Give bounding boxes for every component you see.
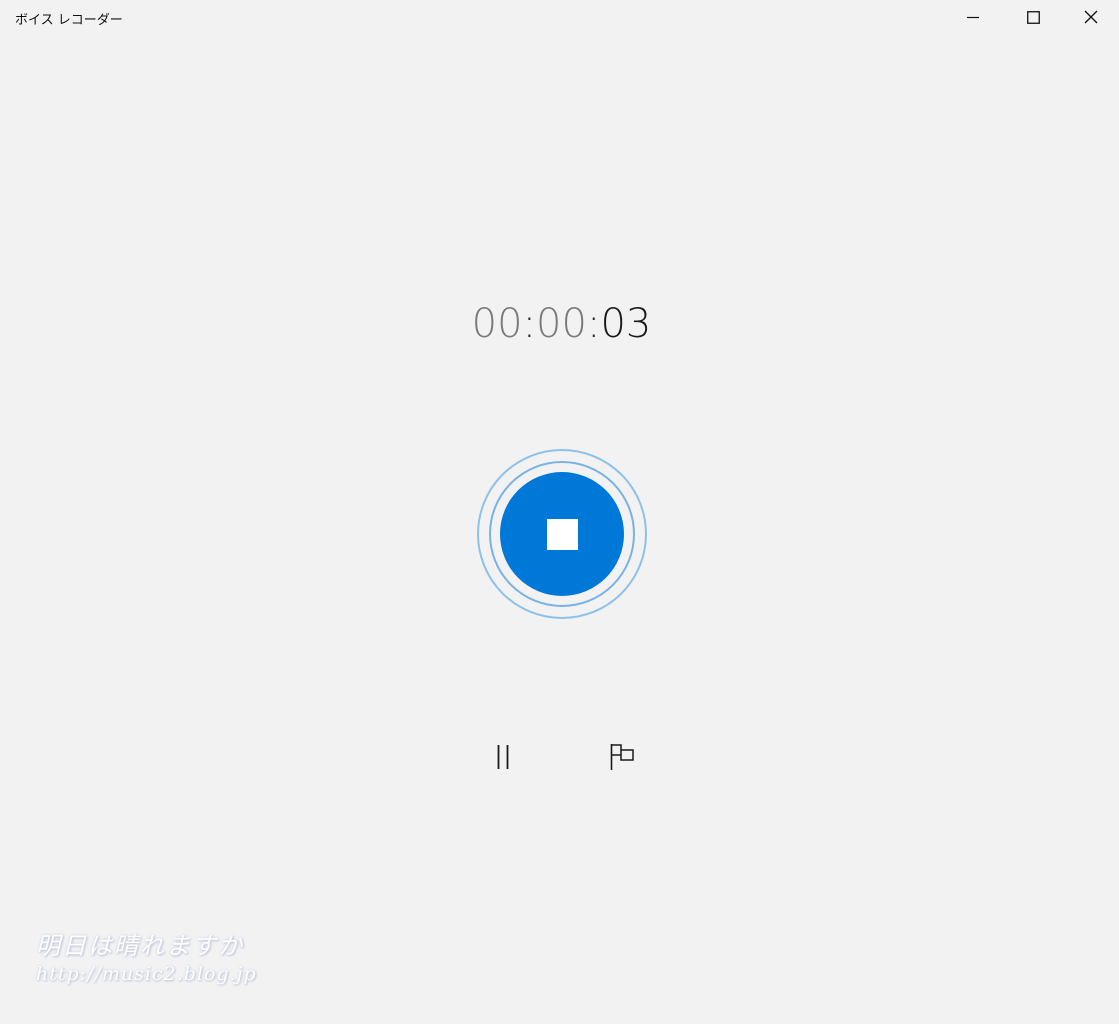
title-bar[interactable]: ボイス レコーダー: [0, 0, 1119, 36]
watermark: 明日は晴れますか http://music2.blog.jp: [36, 930, 296, 986]
timer-separator: :: [522, 301, 537, 347]
pause-button[interactable]: [481, 735, 525, 779]
maximize-button[interactable]: [1003, 0, 1063, 34]
app-title: ボイス レコーダー: [15, 13, 123, 28]
stop-recording-button[interactable]: [500, 472, 624, 596]
timer-separator: :: [586, 301, 601, 347]
timer-minutes: 00: [536, 301, 587, 347]
voice-recorder-window: ボイス レコーダー 00:00:03 明日は晴れますか http://music…: [0, 0, 1119, 1024]
minimize-icon: [967, 16, 979, 19]
minimize-button[interactable]: [943, 0, 1003, 34]
close-icon: [1084, 10, 1098, 24]
recording-timer: 00:00:03: [0, 298, 1119, 350]
stop-icon: [546, 518, 578, 550]
add-marker-button[interactable]: [600, 735, 644, 779]
timer-seconds: 03: [600, 301, 652, 347]
flag-icon: [610, 744, 634, 770]
timer-hours: 00: [471, 301, 523, 347]
close-button[interactable]: [1063, 0, 1119, 34]
recording-indicator: [477, 449, 647, 619]
watermark-title: 明日は晴れますか: [36, 932, 244, 960]
watermark-url: http://music2.blog.jp: [36, 963, 257, 985]
maximize-icon: [1026, 10, 1040, 24]
pause-icon: [497, 745, 509, 769]
